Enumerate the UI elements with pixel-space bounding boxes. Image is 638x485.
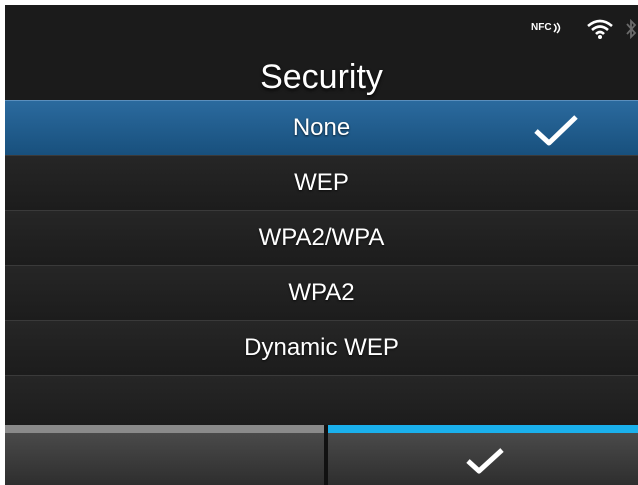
option-wpa2-wpa[interactable]: WPA2/WPA	[5, 210, 638, 265]
option-label: WEP	[294, 169, 349, 196]
selected-checkmark-icon	[534, 115, 578, 146]
confirm-softkey[interactable]	[328, 425, 638, 485]
page-title: Security	[260, 58, 383, 96]
device-screen: NFC Security None WEP WPA2/WPA WPA2 Dyna…	[0, 0, 638, 485]
nfc-label: NFC	[531, 22, 552, 33]
empty-row	[5, 375, 638, 427]
option-label: WPA2/WPA	[258, 224, 385, 251]
status-bar: NFC	[5, 5, 638, 49]
left-softkey[interactable]	[5, 425, 324, 485]
option-wpa2[interactable]: WPA2	[5, 265, 638, 320]
checkmark-icon	[466, 448, 504, 474]
option-none[interactable]: None	[5, 100, 638, 155]
security-option-list: None WEP WPA2/WPA WPA2 Dynamic WEP	[5, 100, 638, 427]
bluetooth-icon	[626, 19, 637, 39]
option-label: WPA2	[288, 279, 355, 306]
display-panel: NFC Security None WEP WPA2/WPA WPA2 Dyna…	[5, 5, 638, 485]
softkey-bar	[5, 425, 638, 485]
option-wep[interactable]: WEP	[5, 155, 638, 210]
option-label: Dynamic WEP	[244, 334, 399, 361]
wifi-icon	[587, 19, 613, 39]
option-dynamic-wep[interactable]: Dynamic WEP	[5, 320, 638, 375]
nfc-icon: NFC	[531, 22, 564, 34]
